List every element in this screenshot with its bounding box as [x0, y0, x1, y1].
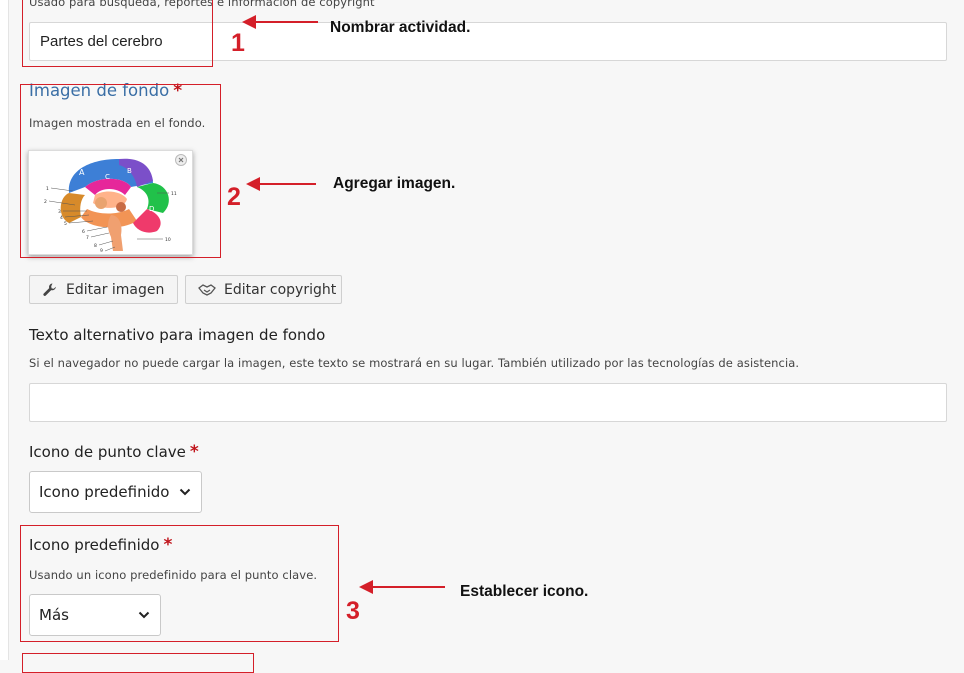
edit-image-label: Editar imagen	[66, 281, 165, 298]
alt-text-description: Si el navegador no puede cargar la image…	[29, 356, 800, 370]
annotation-box-4	[22, 653, 254, 673]
arrow-left-icon	[359, 580, 445, 594]
alt-text-label: Texto alternativo para imagen de fondo	[29, 326, 326, 344]
required-asterisk: *	[189, 442, 199, 462]
annotation-box-3	[20, 525, 339, 642]
hotspot-icon-heading: Icono de punto clave *	[29, 442, 199, 462]
annotation-number-2: 2	[227, 183, 241, 211]
annotation-number-1: 1	[231, 29, 245, 57]
arrow-left-icon	[246, 177, 316, 191]
page-left-edge	[0, 0, 9, 660]
alt-text-input[interactable]	[29, 383, 947, 422]
edit-copyright-button[interactable]: Editar copyright	[185, 275, 342, 304]
hotspot-icon-select[interactable]: Icono predefinido	[29, 471, 202, 513]
hotspot-icon-label: Icono de punto clave	[29, 443, 186, 461]
hotspot-icon-selected: Icono predefinido	[39, 483, 170, 501]
annotation-note-2: Agregar imagen.	[333, 175, 456, 192]
handshake-icon	[198, 283, 216, 296]
chevron-down-icon	[179, 488, 191, 496]
annotation-box-2	[20, 84, 221, 258]
edit-copyright-label: Editar copyright	[224, 281, 337, 298]
annotation-number-3: 3	[346, 597, 360, 625]
wrench-icon	[43, 283, 56, 296]
edit-image-button[interactable]: Editar imagen	[29, 275, 178, 304]
annotation-note-1: Nombrar actividad.	[330, 19, 471, 36]
annotation-box-1	[22, 0, 213, 67]
annotation-note-3: Establecer icono.	[460, 583, 589, 600]
arrow-left-icon	[242, 15, 318, 29]
